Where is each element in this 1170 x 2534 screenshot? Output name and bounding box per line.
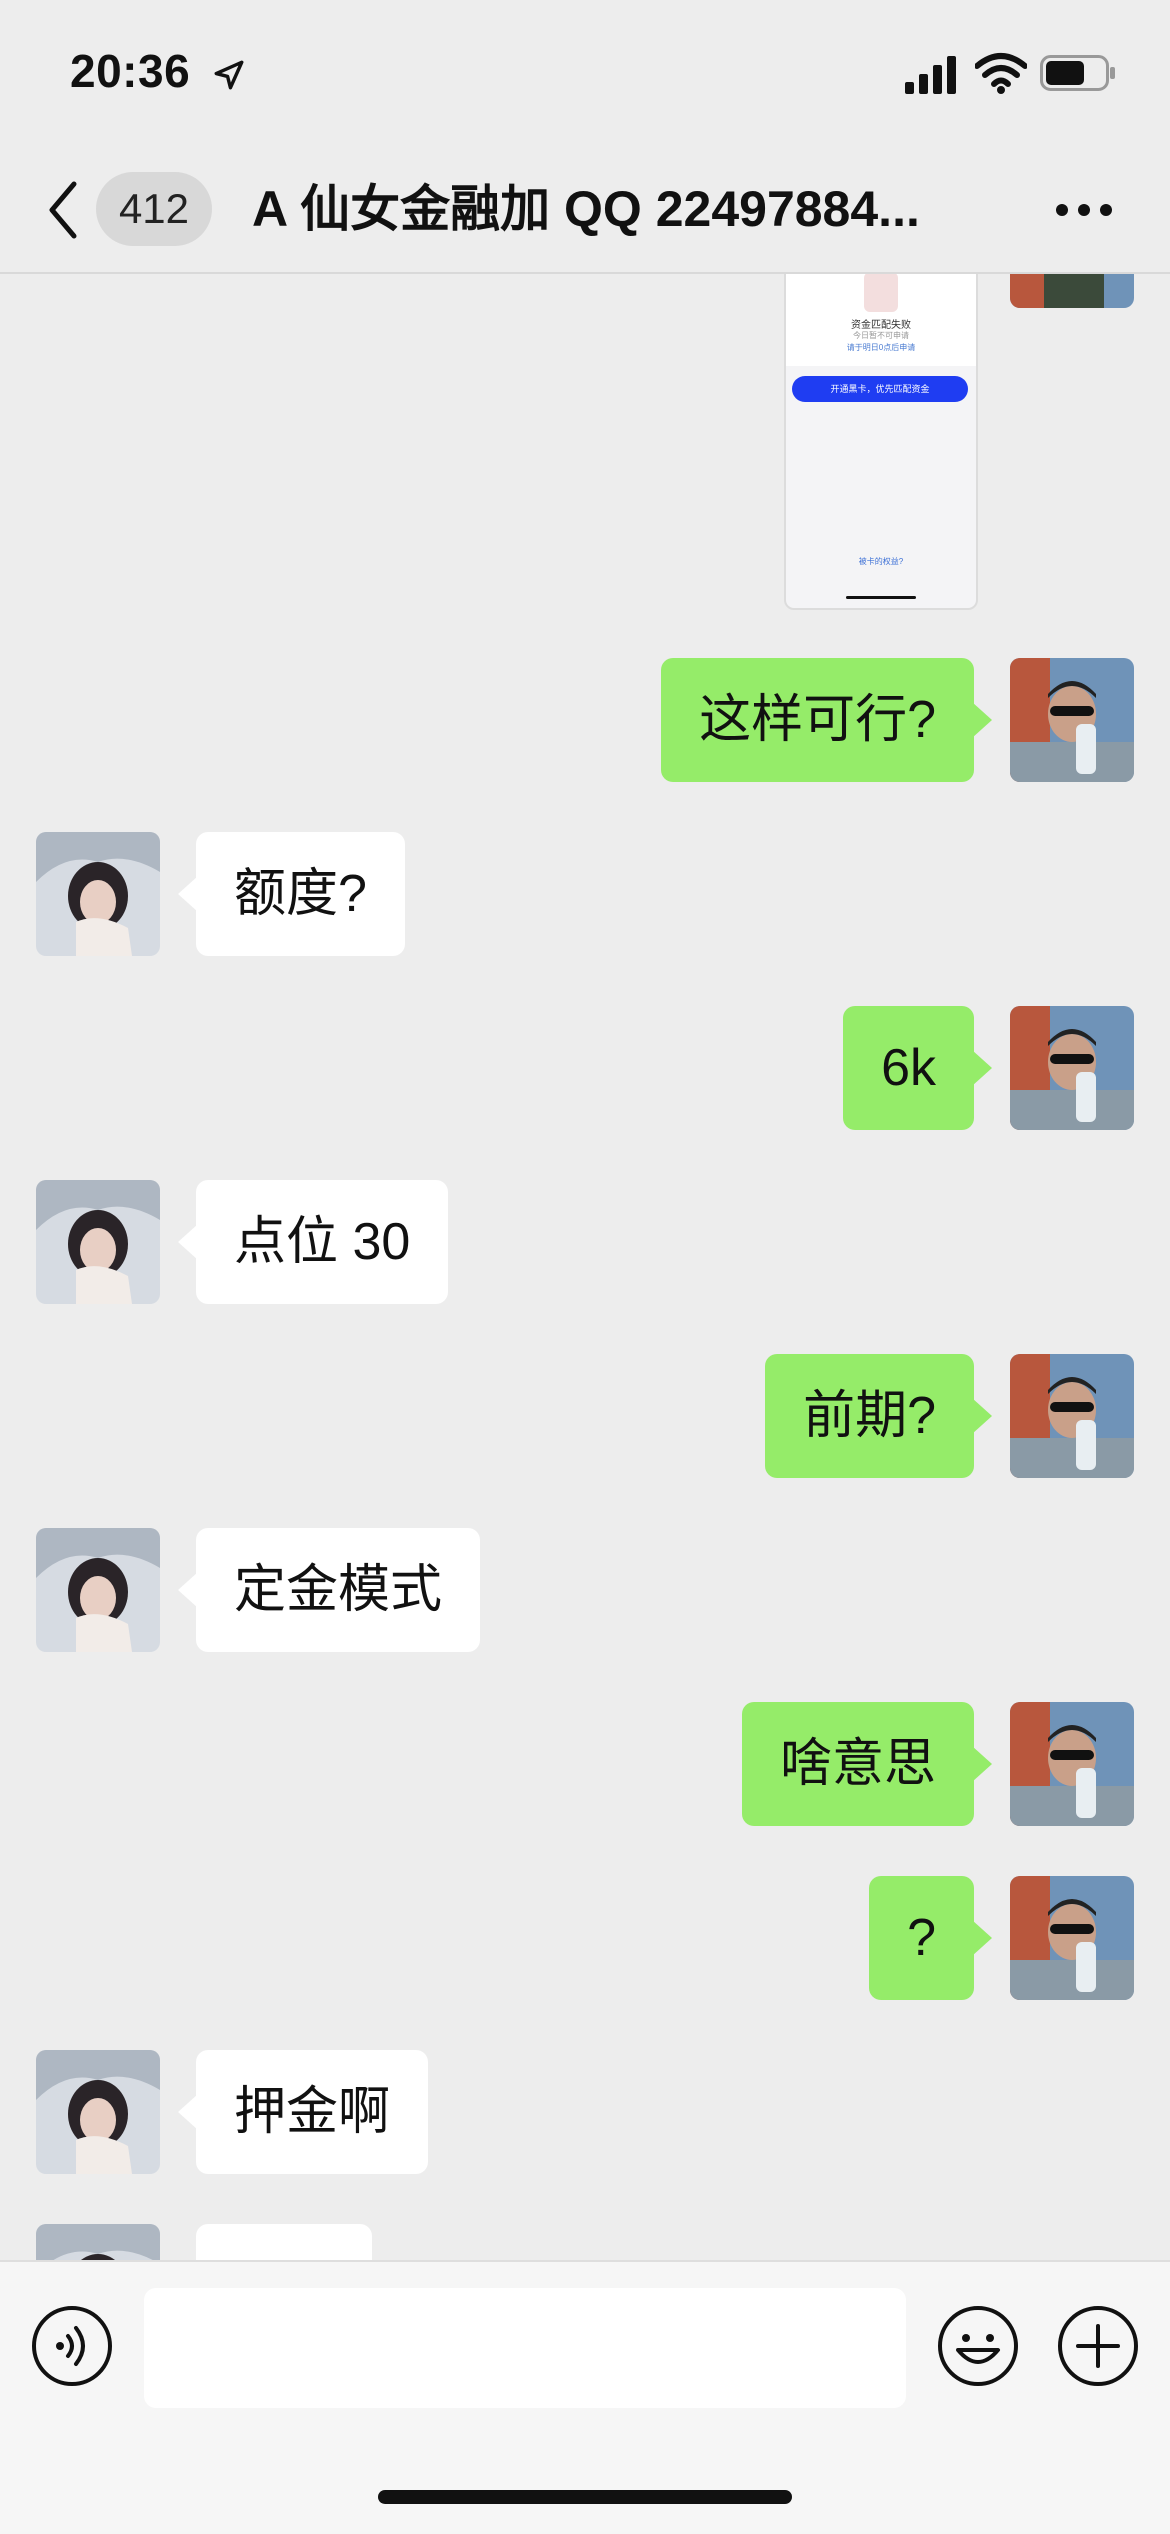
contact-avatar[interactable] — [36, 832, 160, 956]
contact-avatar[interactable] — [36, 1180, 160, 1304]
image-sub-text: 今日暂不可申请 — [853, 331, 909, 340]
message-bubble-received[interactable]: 点位 30 — [177, 1180, 449, 1304]
contact-avatar[interactable] — [36, 2224, 160, 2260]
message-bubble-received[interactable] — [196, 2224, 372, 2260]
cellular-signal-icon — [905, 56, 956, 94]
contact-avatar[interactable] — [36, 1528, 160, 1652]
message-bubble-sent[interactable]: 啥意思 — [741, 1702, 993, 1826]
chevron-left-icon[interactable] — [44, 178, 84, 242]
battery-icon — [1040, 55, 1115, 91]
message-bubble-sent[interactable]: 这样可行? — [661, 658, 992, 782]
my-avatar[interactable] — [1010, 1006, 1134, 1130]
status-time: 20:36 — [70, 45, 191, 97]
my-avatar[interactable] — [1010, 1876, 1134, 2000]
ellipsis-icon[interactable] — [1054, 190, 1114, 230]
image-retry-text: 请于明日0点后申请 — [846, 343, 916, 352]
image-footer-text: 被卡的权益? — [858, 557, 904, 566]
image-message[interactable]: 资金匹配失败 今日暂不可申请 请于明日0点后申请 开通黑卡，优先匹配资金 被卡的… — [784, 274, 978, 610]
message-bubble-sent[interactable]: 前期? — [765, 1354, 992, 1478]
voice-icon[interactable] — [30, 2304, 114, 2388]
image-fail-text: 资金匹配失败 — [851, 320, 911, 331]
image-home-indicator — [846, 596, 916, 599]
message-bubble-received[interactable]: 押金啊 — [177, 2050, 429, 2174]
home-indicator[interactable] — [378, 2490, 792, 2504]
message-bubble-received[interactable]: 定金模式 — [177, 1528, 481, 1652]
message-list[interactable]: 资金匹配失败 今日暂不可申请 请于明日0点后申请 开通黑卡，优先匹配资金 被卡的… — [0, 274, 1170, 2260]
input-bar — [0, 2260, 1170, 2534]
message-bubble-sent[interactable]: 6k — [843, 1006, 992, 1130]
my-avatar[interactable] — [1010, 658, 1134, 782]
my-avatar[interactable] — [1010, 274, 1134, 308]
message-bubble-received[interactable]: 额度? — [178, 832, 405, 956]
chat-title: A 仙女金融加 QQ 22497884... — [252, 181, 920, 237]
plus-icon[interactable] — [1056, 2304, 1140, 2388]
wifi-icon — [975, 53, 1027, 94]
message-bubble-sent[interactable]: ? — [869, 1876, 992, 2000]
contact-avatar[interactable] — [36, 2050, 160, 2174]
document-icon — [864, 274, 898, 312]
image-blue-button: 开通黑卡，优先匹配资金 — [792, 376, 968, 402]
message-input[interactable] — [144, 2288, 906, 2408]
my-avatar[interactable] — [1010, 1702, 1134, 1826]
my-avatar[interactable] — [1010, 1354, 1134, 1478]
location-arrow-icon — [214, 60, 244, 90]
unread-count-badge[interactable]: 412 — [96, 172, 212, 246]
emoji-icon[interactable] — [936, 2304, 1020, 2388]
status-bar: 20:36 — [0, 0, 1170, 150]
chat-header: 412 A 仙女金融加 QQ 22497884... — [0, 150, 1170, 274]
